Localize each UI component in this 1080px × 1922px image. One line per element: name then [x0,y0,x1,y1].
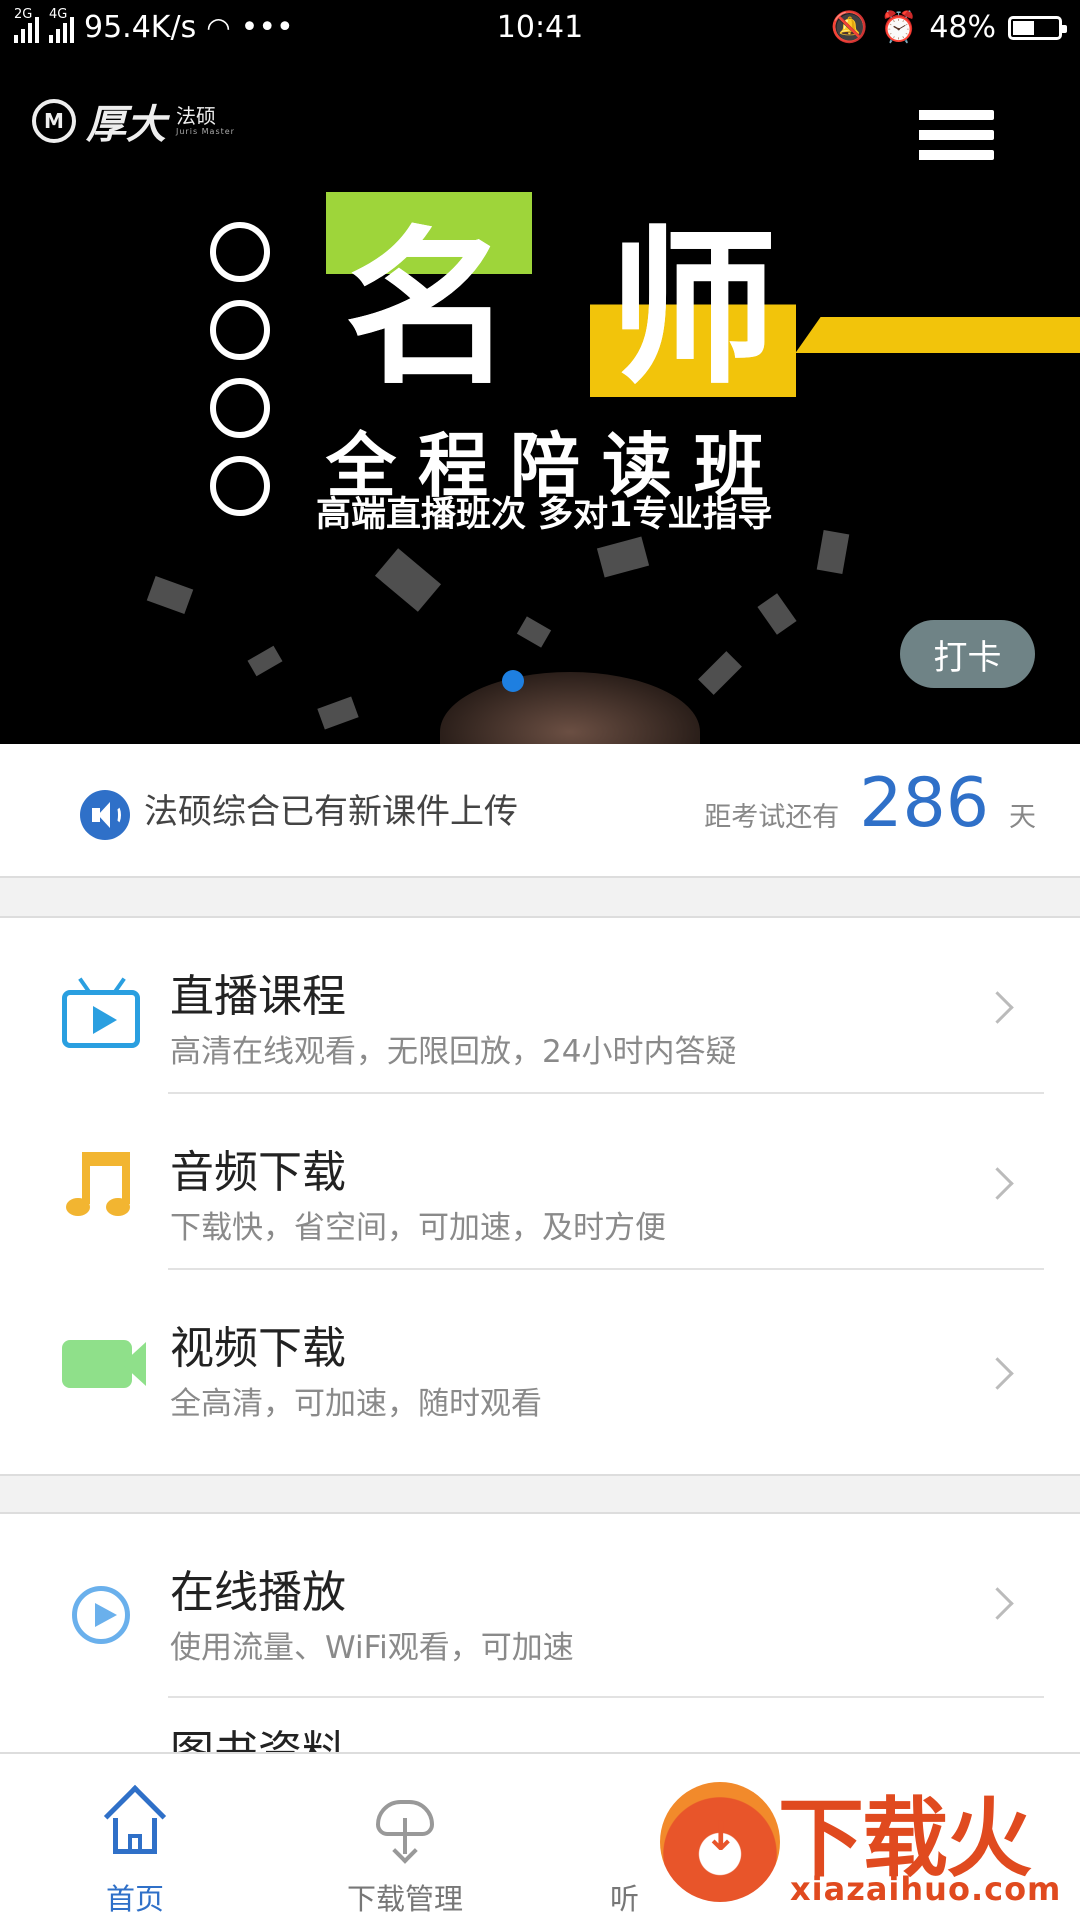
home-icon [101,1784,169,1854]
status-bar: 2G 4G 95.4K/s ◠ ••• 10:41 🔕 ⏰ 48% [0,0,1080,62]
item-title: 直播课程 [170,971,346,1022]
play-circle-icon [72,1586,130,1644]
silent-bell-icon: 🔕 [830,10,868,45]
chevron-right-icon [981,1357,1014,1390]
item-desc: 使用流量、WiFi观看，可加速 [170,1630,574,1666]
video-camera-icon [62,1340,146,1388]
watermark-url: xiazaihuo.com [790,1870,1062,1908]
tab-downloads[interactable]: 下载管理 [270,1754,540,1922]
list-item-audio-download[interactable]: 音频下载 下载快，省空间，可加速，及时方便 [0,1094,1080,1270]
item-title: 音频下载 [170,1147,346,1198]
banner-circle-icon [210,456,270,516]
brand-logo: M 厚大 法硕 Juris Master [32,92,235,150]
chevron-right-icon [981,991,1014,1024]
list-item-video-download[interactable]: 视频下载 全高清，可加速，随时观看 [0,1270,1080,1470]
exam-countdown: 距考试还有 286 天 [704,764,1036,843]
banner-circle-icon [210,300,270,360]
countdown-days: 286 [859,764,989,843]
live-tv-icon [62,977,140,1048]
list-item-live-courses[interactable]: 直播课程 高清在线观看，无限回放，24小时内答疑 [0,918,1080,1094]
banner-circle-icon [210,378,270,438]
checkin-button[interactable]: 打卡 [900,620,1035,688]
banner-headline-char-2: 师 [590,192,796,397]
promo-banner[interactable]: M 厚大 法硕 Juris Master 名 师 全程陪读班 高端直播班次 多对… [0,62,1080,744]
tab-label: 下载管理 [346,1882,463,1916]
chevron-right-icon [981,1587,1014,1620]
banner-hand-image [440,672,700,744]
brand-sub: 法硕 [176,104,216,128]
banner-circle-icon [210,222,270,282]
item-desc: 全高清，可加速，随时观看 [170,1386,542,1422]
tab-home[interactable]: 首页 [0,1754,270,1922]
countdown-unit: 天 [1009,802,1036,833]
music-note-icon [62,1152,132,1222]
brand-name: 厚大 [86,101,166,148]
countdown-label: 距考试还有 [704,802,840,833]
item-title: 图书资料 [170,1727,346,1756]
feature-list-1: 直播课程 高清在线观看，无限回放，24小时内答疑 音频下载 下载快，省空间，可加… [0,916,1080,1476]
item-desc: 下载快，省空间，可加速，及时方便 [170,1210,666,1246]
cloud-download-icon [370,1794,440,1864]
brand-mark-icon: M [32,99,76,143]
item-title: 在线播放 [170,1567,346,1618]
battery-percent: 48% [929,10,996,45]
watermark-logo: 下载火 xiazaihuo.com [640,1760,1080,1920]
feature-list-2: 在线播放 使用流量、WiFi观看，可加速 图书资料 [0,1512,1080,1756]
speaker-icon [80,790,130,840]
list-item-books[interactable]: 图书资料 [0,1698,1080,1756]
banner-headline-char-1: 名 [326,192,532,397]
battery-icon [1008,15,1067,40]
notice-text[interactable]: 法硕综合已有新课件上传 [144,784,518,833]
item-title: 视频下载 [170,1323,346,1374]
banner-subtitle: 高端直播班次 多对1专业指导 [316,495,773,535]
item-desc: 高清在线观看，无限回放，24小时内答疑 [170,1034,737,1070]
notice-bar[interactable]: 法硕综合已有新课件上传 距考试还有 286 天 [0,744,1080,878]
list-item-online-play[interactable]: 在线播放 使用流量、WiFi观看，可加速 [0,1514,1080,1698]
chevron-right-icon [981,1167,1014,1200]
flame-download-icon [660,1782,780,1902]
alarm-icon: ⏰ [879,10,918,45]
menu-icon[interactable] [919,102,1000,182]
carousel-indicator[interactable] [502,670,524,692]
brand-en: Juris Master [176,127,235,136]
tab-label: 首页 [105,1882,164,1916]
banner-stripe [795,317,1080,353]
